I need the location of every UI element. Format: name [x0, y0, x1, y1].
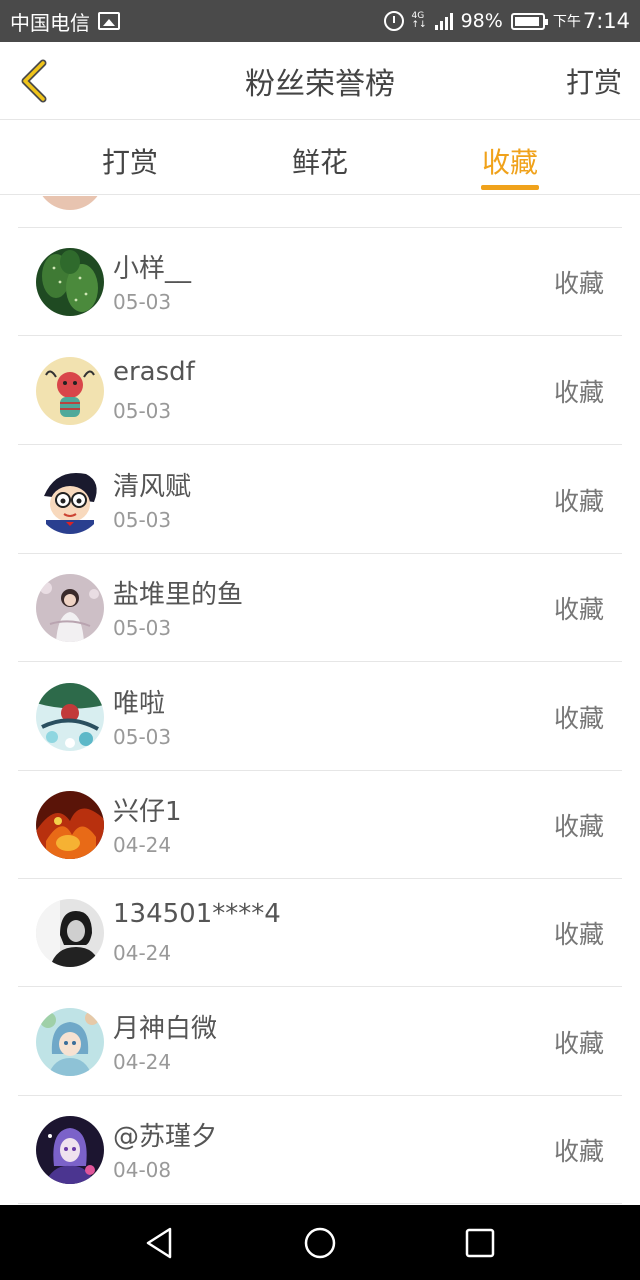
avatar — [36, 196, 104, 210]
cartoon-boy-avatar — [36, 466, 104, 534]
fan-list[interactable]: 05-08 小样__ 05-03 收藏 erasdf 05-03 收藏 清风赋 … — [0, 196, 640, 1204]
cactus-avatar — [36, 248, 104, 316]
time-prefix: 下午 — [552, 14, 581, 30]
anime-purple-avatar — [36, 1116, 104, 1184]
nav-home-icon[interactable] — [302, 1225, 338, 1261]
signal-icon — [434, 12, 453, 30]
item-date: 05-03 — [113, 616, 172, 640]
active-tab-indicator — [481, 185, 539, 190]
item-action: 收藏 — [553, 812, 604, 841]
item-name: 小样__ — [113, 254, 192, 284]
item-date: 05-03 — [113, 399, 172, 423]
image-notification-icon — [98, 12, 120, 30]
list-item[interactable]: 兴仔1 04-24 收藏 — [18, 771, 622, 879]
tab-flowers[interactable]: 鲜花 — [260, 141, 380, 181]
item-date: 05-03 — [113, 508, 172, 532]
list-item[interactable]: 月神白微 04-24 收藏 — [18, 988, 622, 1096]
item-action: 收藏 — [553, 269, 604, 298]
girl-photo-avatar — [36, 574, 104, 642]
list-item[interactable]: 小样__ 05-03 收藏 — [18, 228, 622, 336]
item-date: 05-03 — [113, 725, 172, 749]
tab-reward[interactable]: 打赏 — [70, 141, 190, 181]
item-action: 收藏 — [553, 595, 604, 624]
app-header: 粉丝荣誉榜 打赏 — [0, 42, 640, 120]
alarm-icon — [383, 11, 404, 31]
fire-avatar — [36, 791, 104, 859]
item-action: 收藏 — [553, 1029, 604, 1058]
battery-percent: 98% — [460, 10, 503, 32]
item-action: 收藏 — [553, 1137, 604, 1166]
item-action: 收藏 — [553, 704, 604, 733]
battery-icon — [510, 12, 548, 30]
nav-back-icon[interactable] — [142, 1225, 178, 1261]
item-name: 月神白微 — [113, 1014, 218, 1044]
list-item[interactable]: 唯啦 05-03 收藏 — [18, 663, 622, 771]
tab-bar: 打赏 鲜花 收藏 — [0, 121, 640, 195]
item-action: 收藏 — [553, 487, 604, 516]
list-item[interactable]: @苏瑾夕 04-08 收藏 — [18, 1096, 622, 1204]
item-name: @苏瑾夕 — [113, 1122, 218, 1152]
tab-favorites[interactable]: 收藏 — [450, 141, 570, 181]
anime-girl-avatar — [36, 1008, 104, 1076]
item-date: 04-24 — [113, 1050, 172, 1074]
item-name: 清风赋 — [113, 472, 192, 502]
page-title: 粉丝荣誉榜 — [245, 66, 395, 102]
list-item[interactable]: 05-08 — [18, 196, 622, 228]
item-name: erasdf — [113, 357, 195, 387]
item-action: 收藏 — [553, 378, 604, 407]
taurus-avatar — [36, 357, 104, 425]
clock: 7:14 — [582, 9, 630, 33]
item-action: 收藏 — [553, 920, 604, 949]
item-date: 04-24 — [113, 833, 172, 857]
carrier-label: 中国电信 — [10, 10, 90, 35]
item-date: 04-24 — [113, 941, 172, 965]
list-item[interactable]: 134501****4 04-24 收藏 — [18, 879, 622, 987]
item-name: 134501****4 — [113, 899, 281, 929]
item-date: 05-03 — [113, 290, 172, 314]
status-bar: 中国电信 4G ↑↓ 98% 下午 7:14 — [0, 0, 640, 42]
bw-portrait-avatar — [36, 899, 104, 967]
list-item[interactable]: 盐堆里的鱼 05-03 收藏 — [18, 554, 622, 662]
list-item[interactable]: erasdf 05-03 收藏 — [18, 337, 622, 445]
system-nav-bar — [0, 1205, 640, 1280]
list-item[interactable]: 清风赋 05-03 收藏 — [18, 446, 622, 554]
item-name: 兴仔1 — [113, 797, 182, 827]
item-name: 唯啦 — [113, 689, 166, 719]
reward-button[interactable]: 打赏 — [566, 61, 622, 101]
nav-recent-apps-icon[interactable] — [462, 1225, 498, 1261]
item-date: 04-08 — [113, 1158, 172, 1182]
anime-avatar — [36, 683, 104, 751]
network-type-label: 4G ↑↓ — [411, 11, 427, 30]
item-name: 盐堆里的鱼 — [113, 580, 244, 610]
